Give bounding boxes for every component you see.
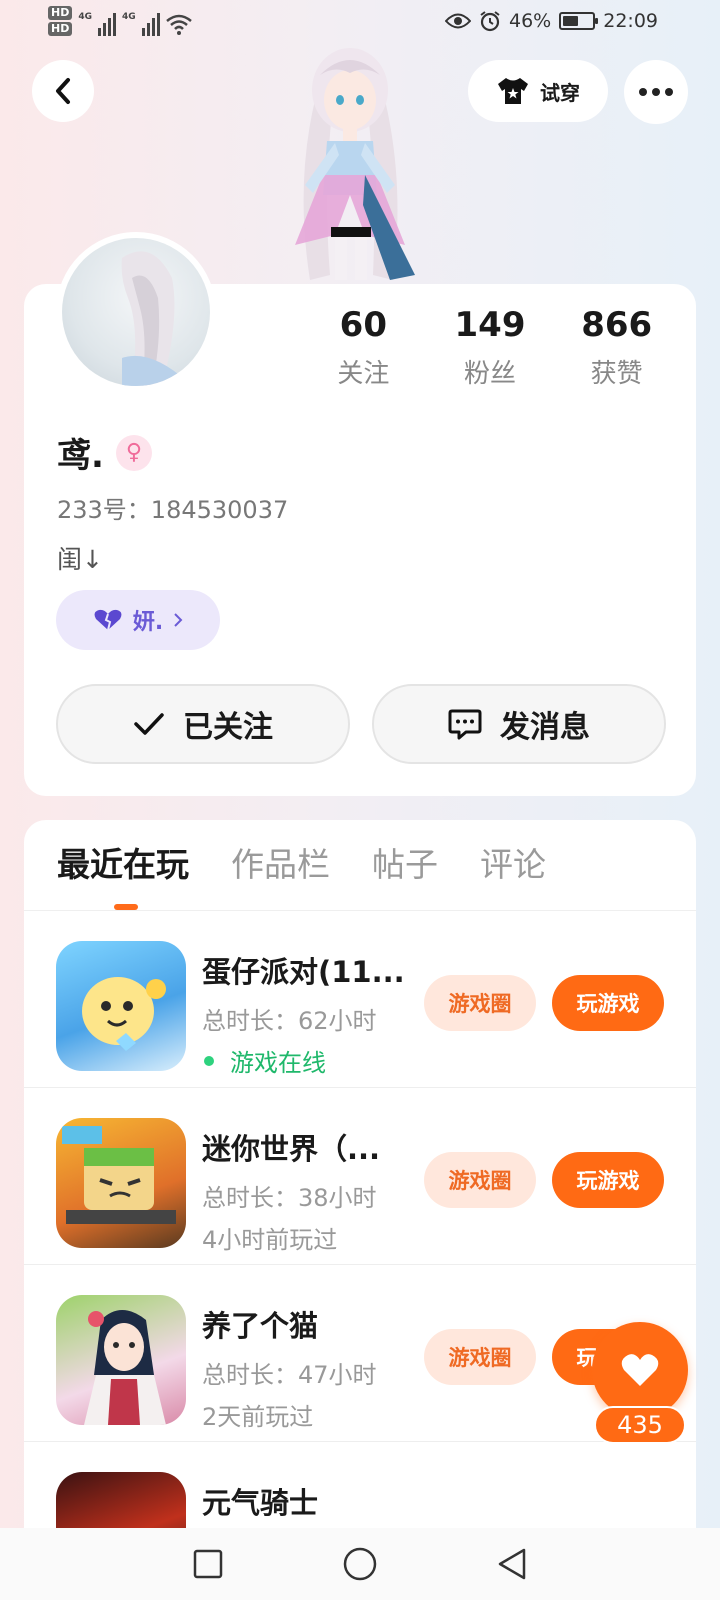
game-status-text: 游戏在线 (230, 1049, 326, 1077)
tab-comments[interactable]: 评论 (480, 840, 546, 890)
stat-value: 60 (339, 305, 387, 345)
shirt-icon (498, 78, 528, 104)
game-icon-mini-world[interactable] (56, 1118, 186, 1248)
like-button[interactable] (592, 1322, 688, 1418)
online-dot-icon (204, 1055, 214, 1066)
tab-works[interactable]: 作品栏 (231, 840, 330, 890)
check-icon (134, 713, 164, 735)
game-status: 4小时前玩过 (202, 1226, 338, 1254)
stat-label: 获赞 (590, 359, 643, 389)
battery-percent: 46% (509, 10, 552, 32)
game-name: 元气骑士 (202, 1486, 319, 1520)
network-type: 4G (78, 12, 92, 22)
signal-icon (141, 10, 160, 36)
stat-following[interactable]: 60 关注 (300, 305, 427, 390)
user-id: 233号：184530037 (57, 496, 289, 524)
alarm-icon (480, 11, 500, 32)
more-dot (652, 88, 660, 96)
home-icon[interactable] (342, 1546, 378, 1582)
game-duration: 总时长：62小时 (202, 1007, 377, 1035)
wifi-icon (165, 14, 192, 35)
status-bar: HD HD 4G 4G 46% 22:09 (0, 0, 720, 48)
game-duration: 总时长：47小时 (202, 1361, 377, 1389)
game-status: 2天前玩过 (202, 1403, 314, 1431)
heart-icon (621, 1354, 659, 1386)
message-label: 发消息 (500, 710, 590, 745)
play-game-button[interactable]: 玩游戏 (552, 975, 664, 1031)
more-dot (639, 88, 647, 96)
username: 鸢. ♀ (57, 428, 152, 477)
more-dot (665, 88, 673, 96)
like-count: 435 (594, 1406, 686, 1444)
followed-button[interactable]: 已关注 (56, 684, 350, 764)
try-on-button[interactable]: 试穿 (468, 60, 608, 122)
game-row[interactable]: 元气骑士 游戏圈 玩游戏 (24, 1442, 696, 1528)
clock: 22:09 (603, 10, 658, 32)
game-status: 游戏在线 (202, 1043, 326, 1078)
back-button[interactable] (32, 60, 94, 122)
game-circle-button[interactable]: 游戏圈 (424, 975, 536, 1031)
game-name: 蛋仔派对(11... (202, 955, 402, 989)
user-bio: 闺↓ (57, 545, 103, 574)
female-icon: ♀ (115, 434, 152, 471)
heart-icon (94, 609, 122, 631)
game-row[interactable]: 蛋仔派对(11... 总时长：62小时 游戏在线 游戏圈 玩游戏 (24, 911, 696, 1088)
game-icon-soul-knight[interactable] (56, 1472, 186, 1528)
stat-likes[interactable]: 866 获赞 (553, 305, 680, 390)
system-nav-bar (0, 1528, 720, 1600)
profile-stats: 60 关注 149 粉丝 866 获赞 (300, 305, 680, 390)
tab-posts[interactable]: 帖子 (372, 840, 438, 890)
eye-icon (445, 13, 471, 29)
back-nav-icon[interactable] (496, 1547, 528, 1581)
stat-value: 149 (454, 305, 526, 345)
try-on-label: 试穿 (540, 80, 580, 105)
avatar-character (295, 48, 415, 280)
hd-indicator: HD (48, 22, 73, 36)
stat-label: 关注 (337, 359, 390, 389)
battery-icon (559, 12, 599, 30)
username-text: 鸢. (57, 436, 104, 476)
couple-tag-label: 妍. (132, 610, 164, 635)
play-game-button[interactable]: 玩游戏 (552, 1152, 664, 1208)
game-circle-button[interactable]: 游戏圈 (424, 1152, 536, 1208)
avatar-image (121, 251, 192, 386)
game-icon-eggy-party[interactable] (56, 941, 186, 1071)
game-duration: 总时长：38小时 (202, 1184, 377, 1212)
profile-tabs: 最近在玩 作品栏 帖子 评论 (57, 840, 546, 890)
signal-icon (98, 10, 116, 36)
stat-label: 粉丝 (464, 359, 517, 389)
game-name: 迷你世界（... (202, 1132, 381, 1166)
message-button[interactable]: 发消息 (372, 684, 666, 764)
network-type: 4G (122, 12, 136, 22)
chevron-left-icon (56, 78, 70, 104)
couple-tag[interactable]: 妍. (56, 590, 220, 650)
game-circle-button[interactable]: 游戏圈 (424, 1329, 536, 1385)
game-row[interactable]: 迷你世界（... 总时长：38小时 4小时前玩过 游戏圈 玩游戏 (24, 1088, 696, 1265)
more-button[interactable] (624, 60, 688, 124)
stat-value: 866 (581, 305, 653, 345)
game-name: 养了个猫 (202, 1309, 319, 1343)
game-icon-raise-a-cat[interactable] (56, 1295, 186, 1425)
chevron-right-icon (174, 613, 183, 627)
stat-followers[interactable]: 149 粉丝 (427, 305, 554, 390)
avatar[interactable] (56, 232, 216, 392)
recent-apps-icon[interactable] (192, 1548, 224, 1580)
hd-indicator: HD (48, 6, 73, 20)
followed-label: 已关注 (183, 710, 273, 745)
tab-recent-games[interactable]: 最近在玩 (57, 840, 189, 890)
chat-bubble-icon (448, 709, 482, 740)
